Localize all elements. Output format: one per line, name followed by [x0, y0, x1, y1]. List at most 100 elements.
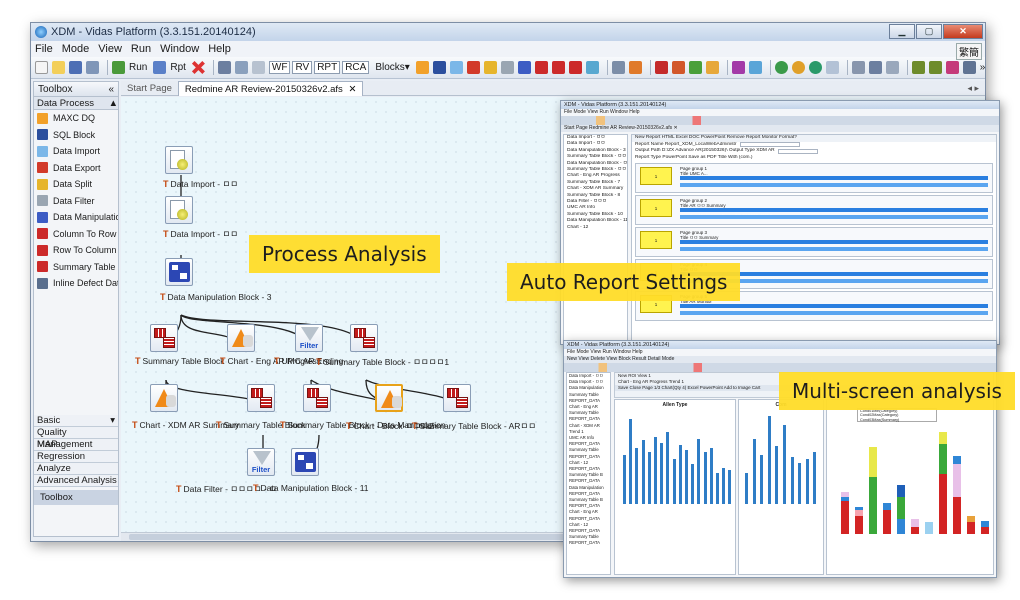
flask-icon[interactable]	[611, 61, 625, 74]
minimize-button[interactable]: ▁	[889, 24, 915, 39]
save-all-icon[interactable]	[86, 61, 99, 74]
tree-item[interactable]: Chart - XDM AR Summary	[564, 186, 627, 192]
globe-teal-icon[interactable]	[808, 61, 822, 74]
page-block-bar[interactable]	[680, 183, 988, 187]
tree-item[interactable]: Summary Table Block - ㅁㅁㅁ	[564, 154, 627, 160]
page-block-bar[interactable]: Summary Table Block - XDM_AR_REPORT_2015…	[680, 176, 988, 186]
globe-orange-icon[interactable]	[791, 61, 805, 74]
toolbox-item[interactable]: Summary Table ...	[34, 259, 118, 276]
menu-mode[interactable]: Mode	[62, 43, 90, 55]
tree-item[interactable]: Data Manipulation	[567, 485, 610, 491]
workflow-node[interactable]	[227, 324, 255, 352]
toolbox-category-basic[interactable]: Basic ▾	[34, 415, 118, 427]
toolbox-category-analyze[interactable]: Analyze	[34, 463, 118, 475]
workflow-node[interactable]	[150, 384, 178, 412]
spc-icon[interactable]	[731, 61, 745, 74]
calendar-icon[interactable]	[705, 61, 719, 74]
tree-item[interactable]: Chart - 12	[564, 225, 627, 231]
workflow-node[interactable]	[443, 384, 471, 412]
page-thumbnail[interactable]: 1	[640, 167, 672, 185]
cart-icon[interactable]	[217, 61, 231, 74]
workflow-node[interactable]	[375, 384, 403, 412]
toolbox-category-regression[interactable]: Regression	[34, 451, 118, 463]
toolbox-item[interactable]: MAXC DQ	[34, 110, 118, 127]
language-toggle-button[interactable]: 繁簡	[956, 43, 982, 60]
menu-help[interactable]: Help	[208, 43, 231, 55]
rv-mode-button[interactable]: RV	[292, 61, 313, 74]
toolbox-category-quality[interactable]: Quality Management	[34, 427, 118, 450]
page-block-bar[interactable]: Data Manipulation Block - ㅁㅁ REPORT_2015…	[680, 208, 988, 218]
output-path-field[interactable]	[777, 148, 818, 154]
analysis-icon[interactable]	[825, 61, 839, 74]
menu-window[interactable]: Window	[160, 43, 199, 55]
summary-table-icon[interactable]	[568, 61, 582, 74]
report-name-field[interactable]	[739, 142, 800, 148]
chart-icon[interactable]	[628, 61, 642, 74]
open-folder-icon[interactable]	[52, 61, 65, 74]
rpt-mode-button[interactable]: RPT	[314, 61, 341, 74]
stop-icon[interactable]	[191, 61, 205, 74]
workflow-node[interactable]	[291, 448, 319, 476]
row-to-column-icon[interactable]	[551, 61, 565, 74]
grid-settings-icon[interactable]	[962, 61, 976, 74]
zoom-in-icon[interactable]	[911, 61, 925, 74]
grid-green-icon[interactable]	[688, 61, 702, 74]
data-filter-icon[interactable]	[500, 61, 514, 74]
workflow-node[interactable]	[303, 384, 331, 412]
run-button[interactable]: Run	[129, 62, 147, 73]
maxc-icon[interactable]	[415, 61, 429, 74]
data-import-icon[interactable]	[449, 61, 463, 74]
toolbox-item[interactable]: Data Split	[34, 176, 118, 193]
scroll-up-icon[interactable]: ▲	[109, 97, 118, 109]
menu-run[interactable]: Run	[131, 43, 151, 55]
toolbox-item[interactable]: Data Export	[34, 160, 118, 177]
tree-item[interactable]: Chart - Eng AR Progress	[564, 173, 627, 179]
new-file-icon[interactable]	[35, 61, 48, 74]
tab-close-icon[interactable]: ✕	[348, 84, 356, 95]
toolbox-item[interactable]: Data Import	[34, 143, 118, 160]
workflow-node[interactable]	[165, 258, 193, 286]
blocks-dropdown[interactable]: Blocks▾	[375, 62, 409, 73]
workflow-node[interactable]	[165, 146, 193, 174]
data-export-icon[interactable]	[466, 61, 480, 74]
wf-mode-button[interactable]: WF	[268, 61, 291, 74]
toolbox-collapse-button[interactable]: «	[108, 84, 114, 95]
tree-item[interactable]: Data Manipulation Block - 11	[564, 218, 627, 224]
toolbox-footer-tab[interactable]: Toolbox	[34, 490, 118, 505]
grid-red-icon[interactable]	[654, 61, 668, 74]
toolbar-overflow-button[interactable]: »	[980, 62, 985, 73]
toolbox-item[interactable]: Data Filter	[34, 193, 118, 210]
rpt-button[interactable]: Rpt	[170, 62, 186, 73]
menu-view[interactable]: View	[98, 43, 122, 55]
globe-green-icon[interactable]	[774, 61, 788, 74]
tab-nav-arrows[interactable]: ◂ ▸	[967, 83, 979, 94]
export-icon[interactable]	[234, 61, 248, 74]
zoom-out-icon[interactable]	[928, 61, 942, 74]
workflow-node[interactable]	[247, 384, 275, 412]
grid-orange-icon[interactable]	[671, 61, 685, 74]
workflow-node[interactable]: Filter	[247, 448, 275, 476]
grid-view-icon[interactable]	[851, 61, 865, 74]
page-block-bar[interactable]: Chart - Eng AR Progress Trend 1	[680, 304, 988, 314]
page-block-bar[interactable]: Summary Table Block - Trend 1	[680, 240, 988, 250]
toolbox-item[interactable]: SQL Block	[34, 127, 118, 144]
report-icon[interactable]	[153, 61, 167, 74]
page-block-bar[interactable]	[680, 311, 988, 315]
menu-file[interactable]: File	[35, 43, 53, 55]
page-block-bar[interactable]	[680, 215, 988, 219]
toolbox-item[interactable]: Column To Row	[34, 226, 118, 243]
inline-defect-icon[interactable]	[585, 61, 599, 74]
toolbox-item[interactable]: Inline Defect Data	[34, 275, 118, 292]
maximize-button[interactable]: ▢	[916, 24, 942, 39]
map-icon[interactable]	[748, 61, 762, 74]
tab-workflow[interactable]: Redmine AR Review-20150326v2.afs ✕	[177, 80, 364, 96]
toolbox-item[interactable]: Row To Column	[34, 242, 118, 259]
sql-icon[interactable]	[432, 61, 446, 74]
workflow-node[interactable]	[165, 196, 193, 224]
rca-mode-button[interactable]: RCA	[342, 61, 370, 74]
close-button[interactable]: ✕	[943, 24, 983, 39]
toolbox-category-advanced[interactable]: Advanced Analysis	[34, 475, 118, 487]
column-to-row-icon[interactable]	[534, 61, 548, 74]
data-split-icon[interactable]	[483, 61, 497, 74]
tree-item[interactable]: REPORT_DATA	[567, 540, 610, 546]
